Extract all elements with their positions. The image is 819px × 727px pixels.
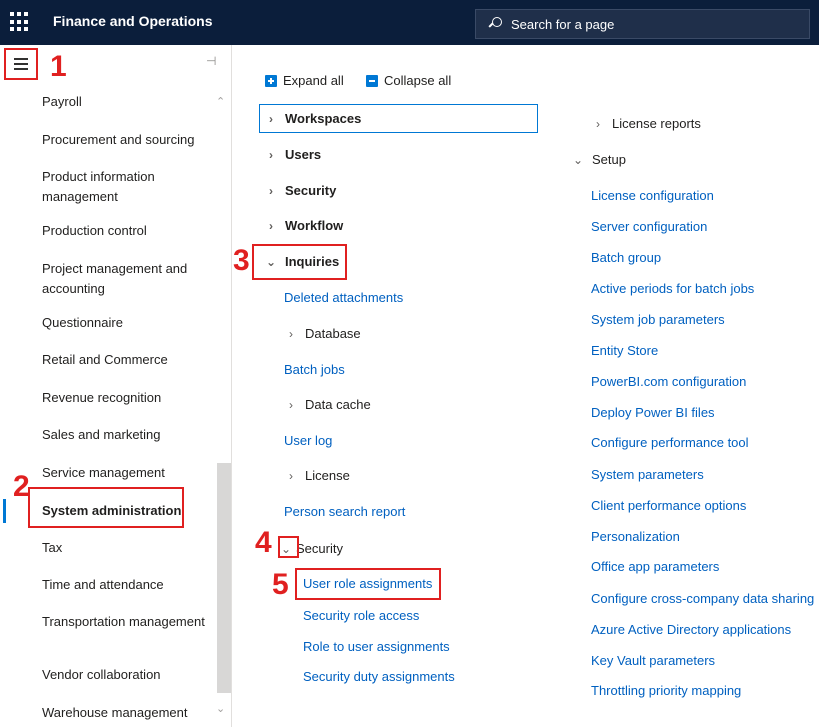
group-security-label: Security [285, 183, 337, 198]
link-setup-11[interactable]: Personalization [591, 529, 680, 544]
link-setup-6[interactable]: PowerBI.com configuration [591, 374, 746, 389]
link-setup-8[interactable]: Configure performance tool [591, 435, 749, 450]
nav-item-sales-marketing[interactable]: Sales and marketing [42, 425, 207, 445]
nav-item-warehouse-management[interactable]: Warehouse management [42, 703, 207, 723]
link-user-role-assignments[interactable]: User role assignments [303, 576, 432, 591]
group-setup-label: Setup [592, 152, 626, 167]
link-setup-10[interactable]: Client performance options [591, 498, 746, 513]
group-license-reports[interactable]: › License reports [591, 116, 701, 131]
search-placeholder: Search for a page [511, 16, 615, 32]
chevron-right-icon: › [596, 116, 600, 131]
search-input[interactable]: Search for a page [475, 9, 810, 39]
chevron-down-icon: ⌄ [280, 541, 292, 556]
link-setup-7[interactable]: Deploy Power BI files [591, 405, 715, 420]
chevron-down-icon: ⌄ [265, 254, 277, 269]
group-users[interactable]: › Users [264, 147, 321, 162]
group-inquiries[interactable]: ⌄ Inquiries [264, 254, 339, 269]
hamburger-menu-icon[interactable] [4, 48, 38, 80]
link-setup-16[interactable]: Throttling priority mapping [591, 683, 741, 698]
app-launcher-icon[interactable] [10, 12, 30, 32]
group-setup[interactable]: ⌄ Setup [571, 152, 626, 167]
chevron-right-icon: › [269, 111, 273, 126]
collapse-all-icon [366, 74, 378, 87]
app-title[interactable]: Finance and Operations [53, 13, 212, 29]
link-setup-12[interactable]: Office app parameters [591, 559, 719, 574]
link-user-log[interactable]: User log [284, 433, 332, 448]
group-database[interactable]: › Database [284, 326, 361, 341]
nav-item-procurement[interactable]: Procurement and sourcing [42, 130, 207, 150]
group-data-cache-label: Data cache [305, 397, 371, 412]
step-marker-2: 2 [13, 470, 30, 503]
nav-item-project-management[interactable]: Project management and accounting [42, 259, 207, 299]
chevron-right-icon: › [289, 326, 293, 341]
link-deleted-attachments[interactable]: Deleted attachments [284, 290, 403, 305]
nav-selected-indicator [3, 499, 6, 523]
nav-item-vendor-collaboration[interactable]: Vendor collaboration [42, 665, 207, 685]
nav-scrollbar[interactable] [217, 463, 231, 693]
chevron-right-icon: › [269, 183, 273, 198]
expand-all-button[interactable]: Expand all [265, 73, 344, 88]
link-setup-1[interactable]: Server configuration [591, 219, 707, 234]
chevron-right-icon: › [289, 397, 293, 412]
link-setup-2[interactable]: Batch group [591, 250, 661, 265]
chevron-right-icon: › [289, 468, 293, 483]
nav-item-questionnaire[interactable]: Questionnaire [42, 313, 207, 333]
group-license[interactable]: › License [284, 468, 350, 483]
group-security-sub[interactable]: ⌄ Security [279, 541, 343, 556]
link-security-role-access[interactable]: Security role access [303, 608, 419, 623]
link-setup-4[interactable]: System job parameters [591, 312, 725, 327]
link-setup-9[interactable]: System parameters [591, 467, 704, 482]
link-setup-15[interactable]: Key Vault parameters [591, 653, 715, 668]
step-marker-3: 3 [233, 244, 250, 277]
scroll-up-icon[interactable]: ⌃ [216, 95, 225, 108]
group-security[interactable]: › Security [264, 183, 336, 198]
link-setup-3[interactable]: Active periods for batch jobs [591, 281, 754, 296]
pin-icon[interactable]: ⊣ [206, 54, 222, 68]
group-workspaces-label: Workspaces [285, 111, 362, 126]
link-person-search-report[interactable]: Person search report [284, 504, 405, 519]
nav-item-production-control[interactable]: Production control [42, 221, 207, 241]
group-workflow[interactable]: › Workflow [264, 218, 343, 233]
nav-item-tax[interactable]: Tax [42, 538, 207, 558]
expand-all-icon [265, 74, 277, 87]
nav-item-payroll[interactable]: Payroll [42, 92, 207, 112]
group-inquiries-label: Inquiries [285, 254, 340, 269]
collapse-all-button[interactable]: Collapse all [366, 73, 451, 88]
group-license-label: License [305, 468, 350, 483]
top-bar: Finance and Operations Search for a page [0, 0, 819, 45]
chevron-right-icon: › [269, 147, 273, 162]
navigation-pane: ⊣ ⌃ ⌄ Payroll Procurement and sourcing P… [0, 45, 232, 727]
nav-item-product-information[interactable]: Product information management [42, 167, 207, 207]
link-setup-14[interactable]: Azure Active Directory applications [591, 622, 791, 637]
link-setup-5[interactable]: Entity Store [591, 343, 658, 358]
nav-item-retail-commerce[interactable]: Retail and Commerce [42, 350, 207, 370]
group-workflow-label: Workflow [285, 218, 344, 233]
group-workspaces[interactable]: › Workspaces [264, 111, 361, 126]
link-setup-13[interactable]: Configure cross-company data sharing [591, 591, 817, 606]
collapse-all-label: Collapse all [384, 73, 452, 88]
chevron-right-icon: › [269, 218, 273, 233]
link-role-to-user-assignments[interactable]: Role to user assignments [303, 639, 450, 654]
link-batch-jobs[interactable]: Batch jobs [284, 362, 345, 377]
search-icon [488, 17, 502, 31]
nav-item-service-management[interactable]: Service management [42, 463, 207, 483]
group-security-sub-label: Security [296, 541, 343, 556]
group-license-reports-label: License reports [612, 116, 701, 131]
scroll-down-icon[interactable]: ⌄ [216, 702, 225, 715]
nav-item-system-administration[interactable]: System administration [42, 501, 207, 521]
nav-item-time-attendance[interactable]: Time and attendance [42, 575, 207, 595]
step-marker-4: 4 [255, 526, 272, 559]
link-setup-0[interactable]: License configuration [591, 188, 714, 203]
chevron-down-icon: ⌄ [572, 152, 584, 167]
group-users-label: Users [285, 147, 322, 162]
link-security-duty-assignments[interactable]: Security duty assignments [303, 669, 455, 684]
group-database-label: Database [305, 326, 361, 341]
group-data-cache[interactable]: › Data cache [284, 397, 371, 412]
step-marker-5: 5 [272, 568, 289, 601]
step-marker-1: 1 [50, 50, 67, 83]
nav-item-transportation-management[interactable]: Transportation management [42, 612, 207, 632]
nav-item-revenue-recognition[interactable]: Revenue recognition [42, 388, 207, 408]
expand-all-label: Expand all [283, 73, 344, 88]
